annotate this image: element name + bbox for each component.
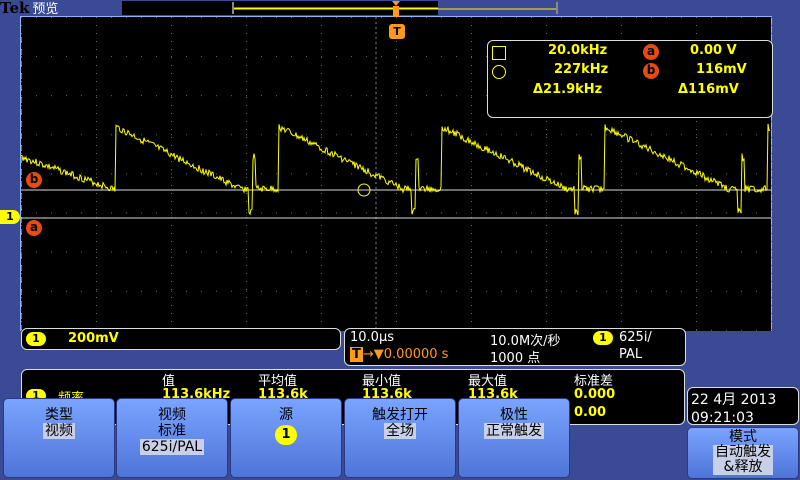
timebase-status[interactable]: 10.0µs 10.0M次/秒 T →▼0.00000 s 1000 点 1 62… <box>344 328 686 366</box>
cursor-a-marker[interactable]: a <box>26 220 42 236</box>
horizontal-scale: 10.0µs <box>350 330 394 345</box>
menu-title: 模式 <box>729 429 757 445</box>
delta-freq: Δ21.9kHz <box>533 82 603 97</box>
trigger-marker-icon[interactable]: T <box>389 24 405 39</box>
menu-value: 正常触发 <box>484 423 544 439</box>
menu-title: 触发打开 <box>372 407 428 423</box>
menu-title: 视频 标准 <box>158 407 186 439</box>
record-length: 1000 点 <box>490 351 541 366</box>
circle-freq: 227kHz <box>554 62 609 77</box>
menu-title: 极性 <box>500 407 528 423</box>
channel-1-status[interactable]: 1 200mV <box>21 328 341 350</box>
measurement-value: 0.000 <box>574 387 616 402</box>
cursor-b-marker[interactable]: b <box>26 172 42 188</box>
date: 22 4月 2013 <box>691 392 777 408</box>
trigger-icon: T <box>350 347 363 362</box>
time: 09:21:03 <box>691 410 754 426</box>
square-freq: 20.0kHz <box>548 43 608 58</box>
menu-value: 视频 <box>43 423 75 439</box>
menu-button-0[interactable]: 类型 视频 <box>3 398 115 478</box>
vertical-scale: 200mV <box>68 331 119 346</box>
b-icon: b <box>643 63 659 79</box>
trigger-position: 0.00000 s <box>383 347 449 362</box>
menu-value: 自动触发 &释放 <box>713 444 773 475</box>
trigger-source: 1 <box>593 331 613 345</box>
channel-1-waveform <box>21 123 771 216</box>
b-value: 116mV <box>696 62 747 77</box>
menu-value: 625i/PAL <box>139 439 205 455</box>
menu-button-4[interactable]: 极性 正常触发 <box>458 398 570 478</box>
menu-title: 源 <box>279 407 293 423</box>
menu-button-5[interactable]: 模式 自动触发 &释放 <box>687 427 799 479</box>
menu-button-2[interactable]: 源1 <box>230 398 342 478</box>
menu-value: 全场 <box>384 423 416 439</box>
circle-cursor-icon <box>492 65 506 79</box>
measurement-value: 0.00 <box>574 405 607 420</box>
trigger-position-icon <box>392 1 400 17</box>
menu-button-1[interactable]: 视频 标准 625i/PAL <box>116 398 228 478</box>
menu-value: 1 <box>275 425 297 445</box>
cursor-readout: 20.0kHz 227kHz Δ21.9kHz a b 0.00 V 116mV… <box>487 40 773 118</box>
a-icon: a <box>643 44 659 60</box>
datetime[interactable]: 22 4月 2013 09:21:03 <box>687 387 799 426</box>
delta-volt: Δ116mV <box>678 82 739 97</box>
square-cursor-icon <box>492 46 506 60</box>
menu-title: 类型 <box>45 407 73 423</box>
menu-button-3[interactable]: 触发打开 全场 <box>344 398 456 478</box>
a-value: 0.00 V <box>690 43 737 58</box>
channel-1-ground-marker[interactable]: 1 <box>0 210 20 224</box>
